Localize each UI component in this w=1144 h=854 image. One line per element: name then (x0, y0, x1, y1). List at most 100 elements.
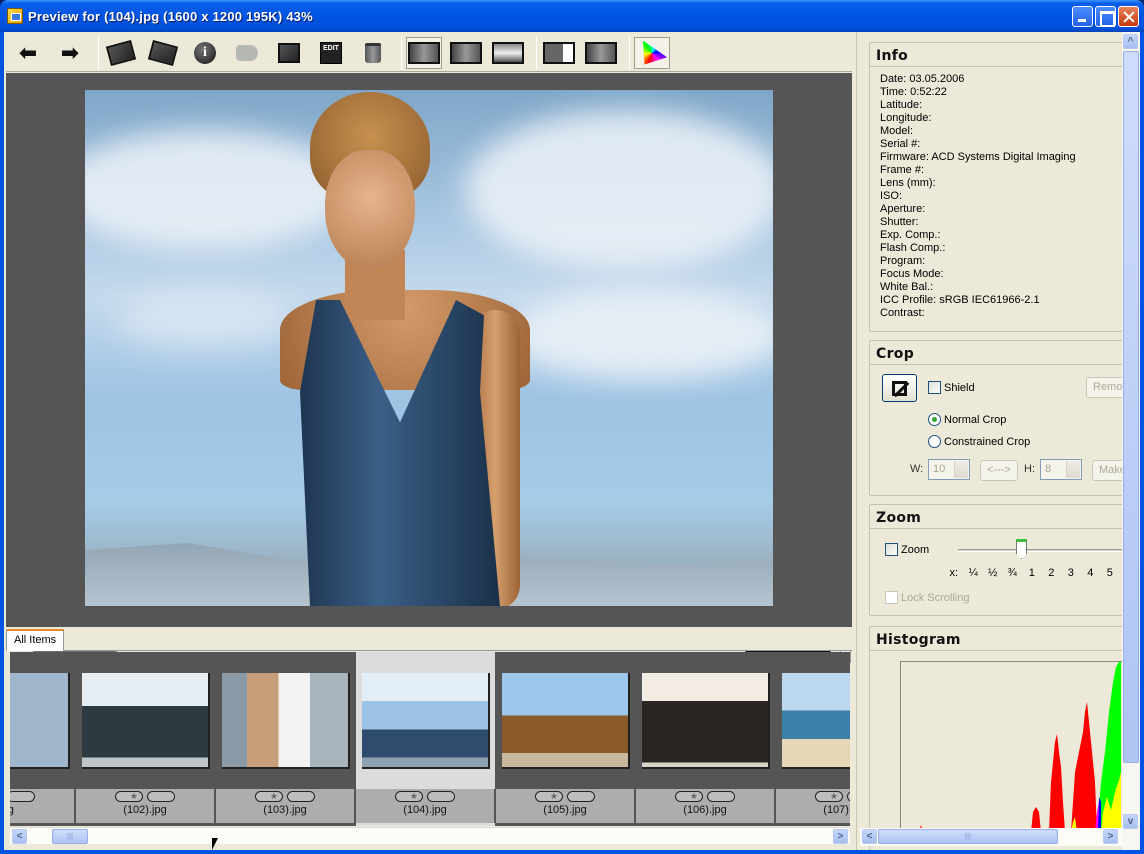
view-wide-button[interactable] (490, 37, 526, 69)
info-button[interactable]: i (187, 37, 223, 69)
close-button[interactable] (1118, 6, 1139, 27)
filmstrip-scrollbar[interactable]: < ||| > (10, 827, 850, 844)
image-viewer[interactable] (6, 73, 852, 663)
rating-star-icon[interactable]: ★ (395, 791, 423, 802)
rating-star-icon[interactable]: ★ (815, 791, 843, 802)
tag-pill[interactable] (287, 791, 315, 802)
view-filmstrip-button[interactable] (541, 37, 577, 69)
view-normal-button[interactable] (406, 36, 442, 69)
filmstrip-item[interactable]: ★ (104).jpg (356, 652, 495, 826)
zoom-slider-track[interactable] (958, 549, 1128, 552)
checkbox-box[interactable] (885, 591, 898, 604)
thumbnail-label: ★ (104).jpg (356, 789, 495, 823)
preview-pane: ⬅ ➡ i EDIT All Items g ★ (102).jpg ★ (10… (4, 32, 854, 850)
panel-horizontal-scrollbar[interactable]: < ||| > (860, 828, 1122, 846)
scroll-up-button[interactable]: ^ (1123, 34, 1138, 49)
crop-tool-button[interactable] (882, 374, 917, 402)
zoom-slider-thumb[interactable] (1016, 539, 1027, 559)
filmstrip-item[interactable]: ★ (102).jpg (76, 652, 215, 826)
histogram-title: Histogram (870, 627, 1122, 651)
filmstrip-item[interactable]: ★ (106).jpg (636, 652, 775, 826)
thumbnail-image[interactable] (642, 673, 770, 769)
edit-button[interactable]: EDIT (313, 37, 349, 69)
tag-pill[interactable] (707, 791, 735, 802)
scroll-thumb[interactable]: ||| (878, 829, 1058, 844)
thumbnail-image[interactable] (82, 673, 210, 769)
view-normal-icon (408, 41, 440, 64)
scroll-thumb[interactable] (1123, 51, 1139, 763)
panel-vertical-scrollbar[interactable]: ^ v (1122, 32, 1140, 850)
scroll-left-button[interactable]: < (12, 829, 27, 844)
rotate-right-icon (147, 39, 179, 66)
toolbar-separator (98, 35, 99, 70)
thumbnail-filename: (107).jpg (823, 804, 850, 816)
radio-dot[interactable] (928, 435, 941, 448)
scroll-right-button[interactable]: > (833, 829, 848, 844)
tab-all-items[interactable]: All Items (6, 629, 65, 651)
view-split-button[interactable] (448, 37, 484, 69)
delete-button[interactable] (355, 37, 391, 69)
filmstrip-item[interactable]: ★.jpg (10, 652, 75, 826)
rating-star-icon[interactable]: ★ (675, 791, 703, 802)
preview-image[interactable] (85, 90, 773, 606)
info-field: Flash Comp.: (880, 242, 946, 254)
rotate-right-button[interactable] (145, 37, 181, 69)
rating-star-icon[interactable]: ★ (535, 791, 563, 802)
zoom-group: Zoom Zoom x: ¼ ½ ¾ 1 2 3 4 5 6 Lock Scro… (869, 504, 1132, 616)
info-field: Date: 03.05.2006 (880, 73, 965, 85)
tag-pill[interactable] (567, 791, 595, 802)
thumbnail-image[interactable] (362, 673, 490, 769)
rating-star-icon[interactable]: ★ (115, 791, 143, 802)
thumbnail-image[interactable] (222, 673, 350, 769)
tag-pill[interactable] (10, 791, 35, 802)
minimize-button[interactable] (1072, 6, 1093, 27)
checkbox-box[interactable] (928, 381, 941, 394)
toolbar-separator (629, 35, 630, 70)
tag-pill[interactable] (847, 791, 850, 802)
color-profile-button[interactable] (634, 36, 670, 69)
thumbnail-image[interactable] (502, 673, 630, 769)
constrained-crop-label: Constrained Crop (944, 435, 1031, 448)
filmstrip-item[interactable]: ★ (103).jpg (216, 652, 355, 826)
view-next-icon (585, 41, 617, 64)
filmstrip-item[interactable]: ★ (105).jpg (496, 652, 635, 826)
rating-star-icon[interactable]: ★ (255, 791, 283, 802)
filmstrip-item[interactable]: ★ (107).jpg (776, 652, 850, 826)
back-button[interactable]: ⬅ (10, 37, 46, 69)
crop-group: Crop Shield Remov Normal Crop Constraine… (869, 340, 1135, 496)
radio-dot[interactable] (928, 413, 941, 426)
zoom-ticks: x: ¼ ½ ¾ 1 2 3 4 5 6 (944, 567, 1139, 579)
lock-scrolling-checkbox[interactable]: Lock Scrolling (885, 591, 969, 604)
scroll-thumb[interactable]: ||| (52, 829, 88, 844)
shield-checkbox[interactable]: Shield (928, 381, 975, 394)
info-field: ICC Profile: sRGB IEC61966-2.1 (880, 294, 1040, 306)
view-next-button[interactable] (583, 37, 619, 69)
tag-pill[interactable] (427, 791, 455, 802)
person (270, 90, 550, 606)
histogram-red-peak-1 (1049, 734, 1065, 832)
reject-button[interactable] (229, 37, 265, 69)
rotate-left-button[interactable] (103, 37, 139, 69)
filmstrip: ★.jpg★(102).jpg★(103).jpg★(104).jpg★(105… (10, 652, 850, 826)
constrained-crop-radio[interactable]: Constrained Crop (928, 435, 1030, 448)
tag-pill[interactable] (147, 791, 175, 802)
checkbox-box[interactable] (885, 543, 898, 556)
thumbnail-image[interactable] (782, 673, 850, 769)
info-field: Program: (880, 255, 926, 267)
maximize-button[interactable] (1095, 6, 1116, 27)
width-spinner[interactable]: 10 (928, 459, 970, 480)
forward-button[interactable]: ➡ (52, 37, 88, 69)
toolbar-separator (536, 35, 537, 70)
zoom-checkbox[interactable]: Zoom (885, 543, 929, 556)
thumbnail-image[interactable] (10, 673, 70, 769)
height-spinner[interactable]: 8 (1040, 459, 1082, 480)
thumbnail-filename: (103).jpg (263, 804, 307, 816)
compare-button[interactable] (271, 37, 307, 69)
info-field: Aperture: (880, 203, 926, 215)
scroll-left-button[interactable]: < (862, 829, 877, 844)
scroll-right-button[interactable]: > (1103, 829, 1118, 844)
scroll-down-button[interactable]: v (1123, 814, 1138, 829)
normal-crop-radio[interactable]: Normal Crop (928, 413, 1006, 426)
window-title: Preview for (104).jpg (1600 x 1200 195K)… (28, 8, 313, 24)
swap-button[interactable]: <---> (980, 460, 1018, 481)
